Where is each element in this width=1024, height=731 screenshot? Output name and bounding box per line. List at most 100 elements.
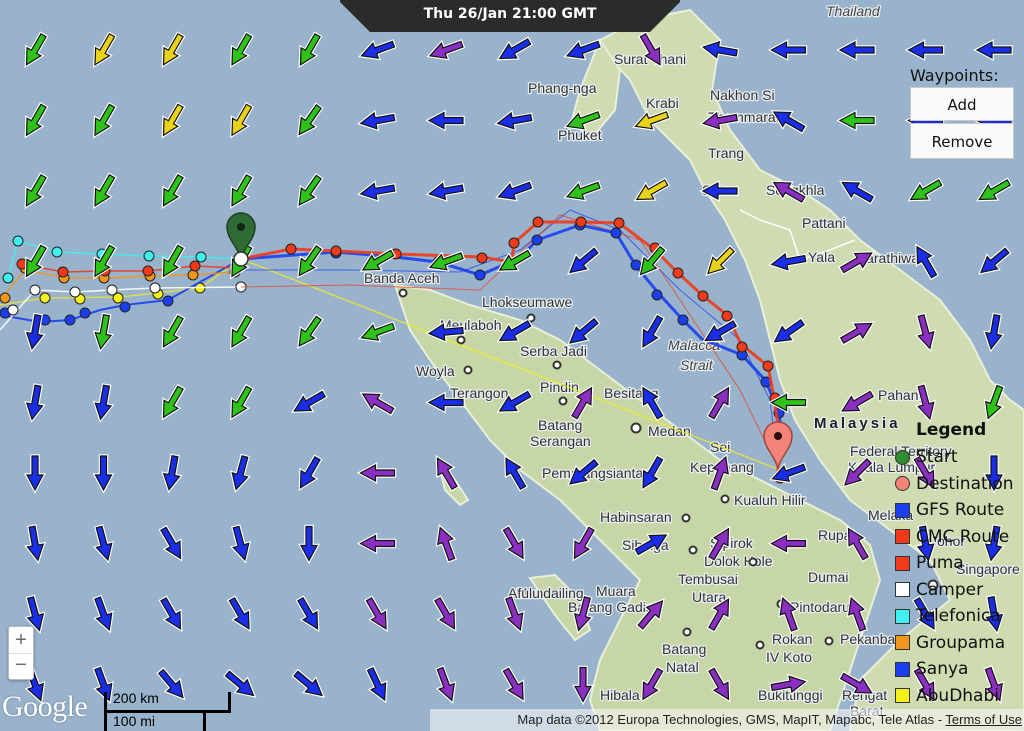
route-point[interactable] (762, 360, 774, 372)
legend-item: Start (892, 444, 1024, 471)
legend-circle-icon (895, 449, 910, 465)
place-label: Rokan (772, 631, 812, 647)
route-point[interactable] (195, 251, 207, 263)
legend-item-label: Destination (916, 473, 1014, 494)
scale-bar: 200 km 100 mi (104, 690, 234, 731)
route-point[interactable] (2, 272, 14, 284)
place-label: Lhokseumawe (482, 294, 572, 310)
place-label: Serangan (530, 433, 591, 449)
legend-swatch-icon (895, 635, 910, 651)
town-dot (748, 557, 758, 567)
route-point[interactable] (285, 243, 297, 255)
map-canvas[interactable]: Thailand Surat Thani Phang-nga Krabi Nak… (0, 0, 1024, 731)
route-point[interactable] (69, 286, 81, 298)
route-point[interactable] (575, 216, 587, 228)
legend-swatch-icon (895, 688, 910, 704)
route-point[interactable] (474, 269, 486, 281)
route-point[interactable] (106, 284, 118, 296)
remove-waypoint-button[interactable]: Remove (910, 123, 1014, 159)
route-point[interactable] (143, 250, 155, 262)
route-point[interactable] (51, 246, 63, 258)
forecast-time-label: Thu 26/Jan 21:00 GMT (423, 6, 597, 22)
legend-item: Destination (892, 471, 1024, 498)
zoom-out-button[interactable]: − (9, 653, 33, 679)
place-label: Strait (680, 357, 714, 373)
route-point[interactable] (12, 235, 24, 247)
route-point[interactable] (57, 266, 69, 278)
route-point[interactable] (672, 267, 684, 279)
place-label: Serba Jadi (520, 343, 587, 359)
town-dot (688, 545, 698, 555)
route-point[interactable] (162, 295, 174, 307)
route-point[interactable] (7, 304, 19, 316)
place-label: Medan (648, 423, 691, 439)
route-point[interactable] (149, 282, 161, 294)
route-point[interactable] (119, 301, 131, 313)
town-dot (552, 360, 562, 370)
town-dot (824, 636, 834, 646)
place-label: Trang (708, 145, 744, 161)
route-point[interactable] (189, 260, 201, 272)
route-point[interactable] (508, 237, 520, 249)
legend-item: CMC Route (892, 524, 1024, 551)
place-label: Pintodaru (790, 599, 850, 615)
route-point[interactable] (677, 314, 689, 326)
place-label: Krabi (646, 95, 679, 111)
route-point[interactable] (736, 341, 748, 353)
place-label: Yala (808, 249, 835, 265)
legend-item-label: Start (916, 447, 958, 468)
route-point[interactable] (64, 314, 76, 326)
legend-swatch-icon (895, 529, 910, 545)
route-point[interactable] (0, 292, 11, 304)
town-dot (398, 288, 408, 298)
route-point[interactable] (613, 217, 625, 229)
route-point[interactable] (142, 265, 154, 277)
town-dot (630, 422, 642, 434)
route-point[interactable] (39, 292, 51, 304)
google-logo[interactable]: Google (2, 690, 88, 724)
town-dot (463, 365, 473, 375)
place-label: Batang (662, 641, 706, 657)
legend-item: Groupama (892, 630, 1024, 657)
legend-item: Telefonica (892, 603, 1024, 630)
place-label: Woyla (416, 363, 455, 379)
town-dot (682, 627, 692, 637)
scale-mi-label: 100 mi (113, 713, 156, 729)
route-point[interactable] (79, 307, 91, 319)
place-label: Natal (666, 659, 699, 675)
place-label: Thailand (826, 3, 881, 19)
town-dot (456, 335, 466, 345)
legend-item: Puma (892, 550, 1024, 577)
route-point[interactable] (330, 245, 342, 257)
zoom-in-button[interactable]: + (9, 627, 33, 653)
map-attribution: Map data ©2012 Europa Technologies, GMS,… (430, 709, 1024, 731)
route-point[interactable] (187, 269, 199, 281)
route-point[interactable] (651, 289, 663, 301)
legend-swatch-icon (895, 555, 910, 571)
place-label: Kualuh Hilir (734, 492, 806, 508)
legend-item-label: Sanya (916, 659, 969, 680)
add-waypoint-button[interactable]: Add (910, 87, 1014, 121)
legend-item-label: AbuDhabi (916, 685, 999, 706)
place-label: Hibala (600, 687, 640, 703)
route-point[interactable] (531, 234, 543, 246)
legend-item: Camper (892, 577, 1024, 604)
route-point[interactable] (29, 284, 41, 296)
place-label: Dumai (808, 569, 848, 585)
route-point[interactable] (476, 252, 488, 264)
place-label: Banda Aceh (364, 270, 440, 286)
town-dot (720, 494, 730, 504)
town-dot (755, 640, 765, 650)
place-label: Muara (596, 583, 636, 599)
legend-swatch-icon (895, 582, 910, 598)
legend-item-label: GFS Route (916, 500, 1005, 521)
place-label: Nakhon Si (710, 87, 775, 103)
route-point[interactable] (630, 259, 642, 271)
route-point[interactable] (697, 290, 709, 302)
legend-item: Sanya (892, 656, 1024, 683)
route-point[interactable] (721, 310, 733, 322)
route-point[interactable] (532, 216, 544, 228)
route-point[interactable] (610, 227, 622, 239)
legend-item-label: CMC Route (916, 526, 1010, 547)
terms-of-use-link[interactable]: Terms of Use (945, 712, 1022, 727)
